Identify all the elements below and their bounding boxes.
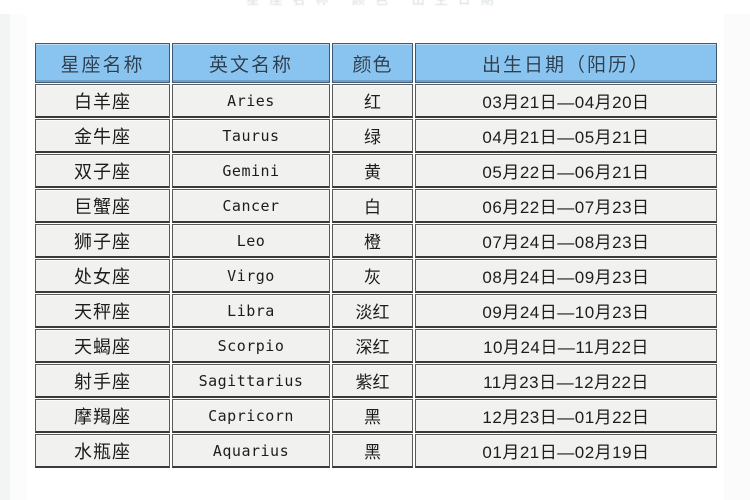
cell-english-name: Scorpio <box>172 329 330 363</box>
cell-color: 红 <box>332 84 413 118</box>
cell-birth-date: 01月21日—02月19日 <box>415 434 717 468</box>
cell-english-name: Sagittarius <box>172 364 330 398</box>
cell-color: 绿 <box>332 119 413 153</box>
clipped-top-text: 星座名称 颜色 出生日期 <box>0 0 750 8</box>
cell-birth-date: 03月21日—04月20日 <box>415 84 717 118</box>
cell-birth-date: 10月24日—11月22日 <box>415 329 717 363</box>
cell-english-name: Aries <box>172 84 330 118</box>
zodiac-table-container: 星座名称 英文名称 颜色 出生日期（阳历） 白羊座 Aries 红 03月21日… <box>33 42 719 469</box>
cell-birth-date: 05月22日—06月21日 <box>415 154 717 188</box>
cell-color: 黑 <box>332 399 413 433</box>
cell-color: 黄 <box>332 154 413 188</box>
table-row: 处女座 Virgo 灰 08月24日—09月23日 <box>35 259 717 293</box>
cell-color: 白 <box>332 189 413 223</box>
cell-birth-date: 11月23日—12月22日 <box>415 364 717 398</box>
cell-zodiac-name: 摩羯座 <box>35 399 170 433</box>
cell-english-name: Capricorn <box>172 399 330 433</box>
cell-zodiac-name: 巨蟹座 <box>35 189 170 223</box>
cell-english-name: Libra <box>172 294 330 328</box>
table-row: 白羊座 Aries 红 03月21日—04月20日 <box>35 84 717 118</box>
cell-zodiac-name: 金牛座 <box>35 119 170 153</box>
table-row: 金牛座 Taurus 绿 04月21日—05月21日 <box>35 119 717 153</box>
cell-color: 深红 <box>332 329 413 363</box>
cell-zodiac-name: 白羊座 <box>35 84 170 118</box>
cell-color: 灰 <box>332 259 413 293</box>
table-header-row: 星座名称 英文名称 颜色 出生日期（阳历） <box>35 43 717 83</box>
cell-zodiac-name: 水瓶座 <box>35 434 170 468</box>
cell-color: 紫红 <box>332 364 413 398</box>
cell-birth-date: 04月21日—05月21日 <box>415 119 717 153</box>
table-row: 双子座 Gemini 黄 05月22日—06月21日 <box>35 154 717 188</box>
table-row: 天蝎座 Scorpio 深红 10月24日—11月22日 <box>35 329 717 363</box>
column-header-english-name: 英文名称 <box>172 43 330 83</box>
cell-color: 橙 <box>332 224 413 258</box>
cell-zodiac-name: 狮子座 <box>35 224 170 258</box>
cell-english-name: Virgo <box>172 259 330 293</box>
column-header-zodiac-name: 星座名称 <box>35 43 170 83</box>
cell-birth-date: 07月24日—08月23日 <box>415 224 717 258</box>
table-row: 射手座 Sagittarius 紫红 11月23日—12月22日 <box>35 364 717 398</box>
cell-english-name: Aquarius <box>172 434 330 468</box>
cell-birth-date: 08月24日—09月23日 <box>415 259 717 293</box>
cell-zodiac-name: 天秤座 <box>35 294 170 328</box>
column-header-color: 颜色 <box>332 43 413 83</box>
cell-birth-date: 12月23日—01月22日 <box>415 399 717 433</box>
cell-birth-date: 09月24日—10月23日 <box>415 294 717 328</box>
cell-english-name: Gemini <box>172 154 330 188</box>
cell-zodiac-name: 双子座 <box>35 154 170 188</box>
cell-zodiac-name: 处女座 <box>35 259 170 293</box>
cell-birth-date: 06月22日—07月23日 <box>415 189 717 223</box>
cell-color: 黑 <box>332 434 413 468</box>
cell-zodiac-name: 天蝎座 <box>35 329 170 363</box>
table-row: 摩羯座 Capricorn 黑 12月23日—01月22日 <box>35 399 717 433</box>
table-row: 天秤座 Libra 淡红 09月24日—10月23日 <box>35 294 717 328</box>
table-row: 巨蟹座 Cancer 白 06月22日—07月23日 <box>35 189 717 223</box>
column-header-birth-date: 出生日期（阳历） <box>415 43 717 83</box>
cell-zodiac-name: 射手座 <box>35 364 170 398</box>
cell-color: 淡红 <box>332 294 413 328</box>
cell-english-name: Taurus <box>172 119 330 153</box>
cell-english-name: Leo <box>172 224 330 258</box>
zodiac-table: 星座名称 英文名称 颜色 出生日期（阳历） 白羊座 Aries 红 03月21日… <box>33 42 719 469</box>
table-body: 白羊座 Aries 红 03月21日—04月20日 金牛座 Taurus 绿 0… <box>35 84 717 468</box>
table-row: 水瓶座 Aquarius 黑 01月21日—02月19日 <box>35 434 717 468</box>
clipped-top-text-strip: 星座名称 颜色 出生日期 <box>0 0 750 14</box>
cell-english-name: Cancer <box>172 189 330 223</box>
table-row: 狮子座 Leo 橙 07月24日—08月23日 <box>35 224 717 258</box>
